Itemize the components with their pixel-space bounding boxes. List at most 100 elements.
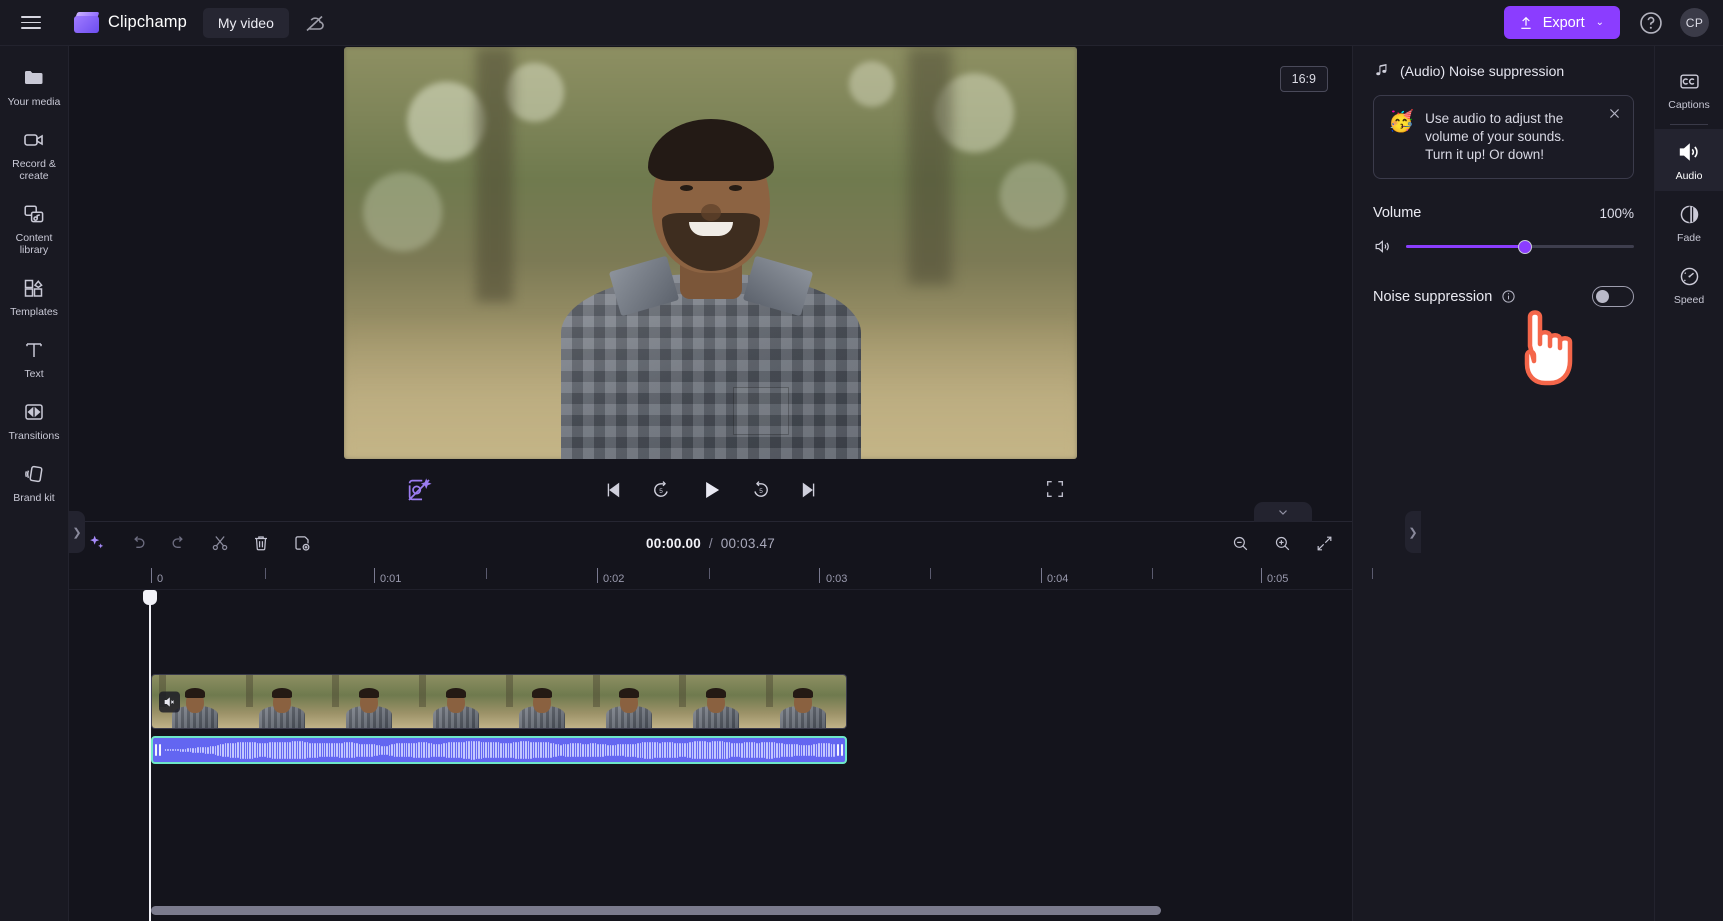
sidebar-item-label: Brand kit	[13, 492, 55, 504]
speaker-mute-icon[interactable]	[159, 691, 180, 712]
timeline-tracks[interactable]	[69, 590, 1352, 921]
table-row[interactable]	[151, 736, 847, 764]
volume-label: Volume	[1373, 205, 1422, 221]
volume-slider-knob[interactable]	[1517, 239, 1532, 254]
svg-text:5: 5	[659, 488, 663, 495]
panel-header: (Audio) Noise suppression	[1373, 62, 1634, 79]
ruler-label: 0:03	[826, 573, 848, 585]
ruler-label: 0:01	[380, 573, 402, 585]
timecode-display: 00:00.00 / 00:03.47	[646, 536, 775, 551]
help-circle-icon[interactable]	[1638, 10, 1664, 36]
magnifier-minus-icon[interactable]	[1228, 531, 1252, 555]
current-time: 00:00.00	[646, 535, 701, 551]
templates-grid-icon	[21, 275, 47, 301]
sidebar-item-label: Transitions	[8, 430, 60, 442]
info-circle-icon[interactable]	[1501, 289, 1516, 304]
undo-arrow-icon[interactable]	[126, 531, 150, 555]
tab-fade[interactable]: Fade	[1655, 191, 1723, 253]
brand-name: Clipchamp	[108, 13, 187, 31]
avatar[interactable]: CP	[1680, 8, 1709, 37]
sidebar-item-label: Text	[24, 368, 44, 380]
ruler-label: 0:02	[603, 573, 625, 585]
timeline-horizontal-scrollbar[interactable]	[151, 906, 1161, 915]
trim-handle-right[interactable]	[835, 738, 845, 762]
top-bar: Clipchamp My video Export ⌄ CP	[0, 0, 1723, 46]
tab-label: Captions	[1668, 99, 1710, 111]
rewind-5-icon[interactable]: 5	[648, 477, 674, 503]
speaker-icon	[1677, 140, 1701, 164]
sidebar-item-brand-kit[interactable]: Brand kit	[3, 452, 65, 512]
export-button[interactable]: Export ⌄	[1503, 6, 1620, 39]
video-preview[interactable]	[344, 46, 1077, 459]
tab-speed[interactable]: Speed	[1655, 253, 1723, 315]
export-label: Export	[1542, 14, 1585, 31]
magnifier-plus-icon[interactable]	[1270, 531, 1294, 555]
playback-controls: 5 5	[600, 475, 822, 505]
sidebar-item-label: Templates	[10, 306, 58, 318]
playhead[interactable]	[143, 590, 157, 921]
collapse-timeline-button[interactable]	[1254, 502, 1312, 522]
collapse-left-sidebar-button[interactable]: ❯	[69, 511, 85, 553]
upload-arrow-icon	[1521, 16, 1531, 29]
tab-label: Fade	[1677, 232, 1701, 244]
sidebar-item-label: Content library	[15, 232, 53, 256]
chevron-down-icon	[1279, 510, 1287, 515]
collapse-right-panel-button[interactable]: ❯	[1405, 511, 1421, 553]
sidebar-item-content-library[interactable]: Content library	[3, 192, 65, 264]
volume-value: 100%	[1599, 205, 1634, 221]
content-library-icon	[21, 201, 47, 227]
volume-slider[interactable]	[1406, 239, 1634, 255]
sidebar-item-record-create[interactable]: Record & create	[3, 118, 65, 190]
tab-label: Audio	[1675, 170, 1703, 182]
play-icon[interactable]	[696, 475, 726, 505]
body: Your media Record & create Content libra…	[0, 46, 1723, 921]
sparkle-icon[interactable]	[85, 531, 109, 555]
speaker-icon	[1373, 237, 1392, 256]
trash-icon[interactable]	[249, 531, 273, 555]
sidebar-item-transitions[interactable]: Transitions	[3, 390, 65, 450]
project-name-field[interactable]: My video	[202, 7, 289, 38]
aspect-ratio-chip[interactable]: 16:9	[1279, 66, 1328, 92]
skip-end-icon[interactable]	[796, 477, 822, 503]
svg-text:5: 5	[759, 488, 763, 495]
cloud-off-icon[interactable]	[303, 11, 327, 35]
tab-audio[interactable]: Audio	[1654, 129, 1723, 191]
duplicate-icon[interactable]	[290, 531, 314, 555]
sidebar-item-text[interactable]: Text	[3, 328, 65, 388]
music-note-icon	[1373, 62, 1390, 79]
noise-suppression-row: Noise suppression	[1373, 286, 1634, 386]
total-time: 00:03.47	[720, 535, 775, 551]
trim-handle-left[interactable]	[153, 738, 163, 762]
video-camera-icon	[21, 127, 47, 153]
brand-kit-icon	[21, 461, 47, 487]
timeline: 00:00.00 / 00:03.47 0 0:01 0:02 0:03 0:0…	[69, 521, 1373, 921]
noise-suppression-label: Noise suppression	[1373, 288, 1493, 305]
preview-stage: 16:9	[69, 46, 1352, 459]
sidebar-item-your-media[interactable]: Your media	[3, 56, 65, 116]
tip-callout: 🥳 Use audio to adjust the volume of your…	[1373, 95, 1634, 179]
close-x-icon[interactable]	[1607, 106, 1622, 121]
redo-arrow-icon[interactable]	[167, 531, 191, 555]
fit-arrows-icon[interactable]	[1312, 531, 1336, 555]
pointing-hand-cursor	[1524, 310, 1573, 386]
magic-eraser-icon[interactable]	[405, 476, 433, 504]
fullscreen-icon[interactable]	[1044, 478, 1068, 502]
folder-icon	[21, 65, 47, 91]
fade-circle-icon	[1677, 202, 1701, 226]
speedometer-icon	[1677, 264, 1701, 288]
page-title: (Audio) Noise suppression	[1400, 62, 1565, 79]
tab-captions[interactable]: Captions	[1655, 58, 1723, 120]
scissors-icon[interactable]	[208, 531, 232, 555]
forward-5-icon[interactable]: 5	[748, 477, 774, 503]
noise-suppression-toggle[interactable]	[1592, 286, 1634, 307]
table-row[interactable]	[151, 674, 847, 729]
right-tab-rail: Captions Audio Fade Speed	[1654, 46, 1723, 921]
sidebar-item-templates[interactable]: Templates	[3, 266, 65, 326]
hamburger-icon[interactable]	[18, 10, 44, 36]
skip-start-icon[interactable]	[600, 477, 626, 503]
transitions-icon	[21, 399, 47, 425]
volume-slider-row	[1373, 237, 1634, 256]
timeline-ruler[interactable]: 0 0:01 0:02 0:03 0:04 0:05	[69, 564, 1373, 590]
ruler-label: 0:05	[1267, 573, 1289, 585]
closed-captions-icon	[1677, 69, 1701, 93]
